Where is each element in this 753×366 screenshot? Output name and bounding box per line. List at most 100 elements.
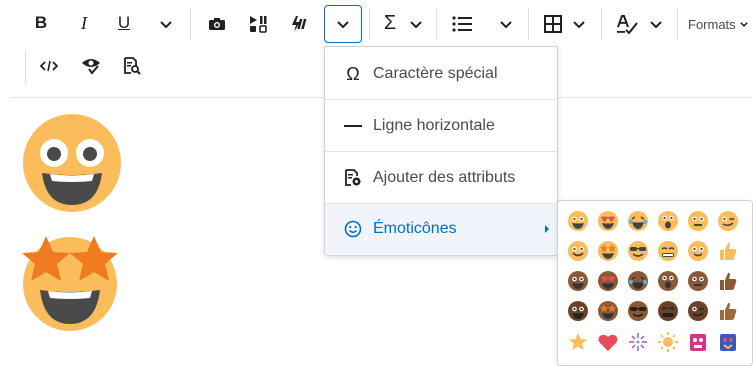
menu-separator	[325, 99, 557, 100]
emoji-sparkle[interactable]	[627, 331, 649, 353]
insert-quicklink-button[interactable]	[288, 12, 312, 36]
emoji-grinning[interactable]	[567, 210, 589, 232]
emoji-heart-eyes-dark[interactable]	[597, 270, 619, 292]
editor-emoji-grinning[interactable]	[22, 113, 122, 213]
document-search-icon	[124, 57, 141, 75]
emoji-heart[interactable]	[597, 331, 619, 353]
emoji-surprised[interactable]	[657, 210, 679, 232]
emoji-sun[interactable]	[657, 331, 679, 353]
bold-icon: B	[34, 13, 48, 32]
insert-image-button[interactable]	[205, 12, 229, 36]
chevron-down-icon	[650, 21, 662, 29]
toolbar-separator	[528, 8, 529, 40]
emoji-star[interactable]	[567, 331, 589, 353]
attributes-icon	[343, 168, 363, 188]
underline-button[interactable]: U	[111, 10, 137, 36]
emoji-monster-pink[interactable]	[687, 331, 709, 353]
eye-check-icon	[82, 59, 100, 75]
emoji-star-eyes[interactable]	[597, 240, 619, 262]
italic-button[interactable]: I	[71, 10, 97, 36]
emoji-winking-dark[interactable]	[687, 300, 709, 322]
table-icon	[544, 15, 562, 33]
star-struck-face-icon	[22, 236, 118, 331]
preview-button[interactable]	[120, 54, 144, 78]
formats-label: Formats	[688, 16, 736, 32]
emoji-laughing[interactable]	[627, 210, 649, 232]
toolbar-separator	[369, 8, 370, 40]
chevron-down-icon	[573, 21, 585, 29]
spellcheck-icon	[617, 15, 638, 34]
chevron-down-icon	[337, 21, 349, 29]
chevron-down-icon	[739, 22, 748, 27]
horizontal-line-icon	[343, 116, 363, 136]
toolbar-row-1: B I U Σ Formats	[0, 0, 753, 46]
emoji-star-eyes-dark[interactable]	[597, 300, 619, 322]
menu-separator	[325, 151, 557, 152]
list-dropdown-button[interactable]	[496, 14, 516, 34]
insert-stuff-dropdown-button[interactable]	[324, 5, 362, 43]
toolbar-separator	[436, 8, 437, 40]
chevron-down-icon	[160, 21, 172, 29]
spellcheck-dropdown-button[interactable]	[646, 14, 666, 34]
media-icon	[250, 16, 267, 33]
toolbar-separator	[601, 8, 602, 40]
editor-emoji-star-eyes[interactable]	[18, 232, 122, 332]
camera-icon	[209, 18, 225, 30]
emoji-grinning-sweat[interactable]	[687, 240, 709, 262]
table-dropdown-button[interactable]	[569, 14, 589, 34]
insert-dropdown-menu: Ω Caractère spécial Ligne horizontale Aj…	[324, 46, 558, 256]
accessibility-checker-button[interactable]	[79, 54, 103, 78]
source-code-button[interactable]	[37, 54, 61, 78]
menu-item-special-character[interactable]: Ω Caractère spécial	[325, 49, 557, 99]
emoji-sunglasses[interactable]	[627, 240, 649, 262]
table-button[interactable]	[541, 12, 565, 36]
list-button[interactable]	[450, 12, 474, 36]
menu-item-label: Émoticônes	[373, 220, 457, 237]
underline-icon: U	[117, 13, 131, 32]
smiley-icon	[343, 219, 363, 239]
emoji-thumbs-up-dark[interactable]	[717, 270, 739, 292]
bullet-list-icon	[452, 16, 472, 32]
bold-button[interactable]: B	[28, 10, 54, 36]
insert-media-button[interactable]	[246, 12, 270, 36]
emoji-heart-eyes[interactable]	[597, 210, 619, 232]
toolbar-separator	[190, 8, 191, 40]
emoji-laughing-dark[interactable]	[627, 270, 649, 292]
menu-item-label: Caractère spécial	[373, 65, 498, 82]
emoji-winking[interactable]	[717, 210, 739, 232]
toolbar-separator	[677, 8, 678, 40]
emoji-smiling[interactable]	[567, 240, 589, 262]
menu-item-label: Ajouter des attributs	[373, 169, 516, 186]
quicklink-icon	[292, 16, 307, 32]
formats-dropdown-button[interactable]: Formats	[688, 12, 753, 36]
toolbar-separator	[25, 50, 26, 84]
menu-item-horizontal-line[interactable]: Ligne horizontale	[325, 101, 557, 151]
grinning-face-icon	[23, 114, 121, 212]
emoji-grimacing-dark[interactable]	[657, 300, 679, 322]
sigma-icon: Σ	[383, 11, 397, 34]
emoji-thumbs-up-dark-2[interactable]	[717, 300, 739, 322]
emoji-surprised-dark[interactable]	[657, 270, 679, 292]
menu-item-emoticons[interactable]: Émoticônes	[325, 204, 557, 254]
chevron-down-icon	[500, 21, 512, 29]
emoji-grinning-dark[interactable]	[567, 270, 589, 292]
italic-icon: I	[81, 12, 87, 33]
emoji-picker-panel	[557, 200, 753, 366]
emoji-grimacing[interactable]	[657, 240, 679, 262]
emoji-thumbs-up[interactable]	[717, 240, 739, 262]
chevron-down-icon	[410, 21, 422, 29]
emoji-monster-blue[interactable]	[717, 331, 739, 353]
emoji-sunglasses-dark[interactable]	[627, 300, 649, 322]
emoji-neutral[interactable]	[687, 210, 709, 232]
text-style-dropdown-button[interactable]	[156, 14, 176, 34]
code-icon	[40, 60, 58, 72]
equation-dropdown-button[interactable]	[406, 14, 426, 34]
menu-item-label: Ligne horizontale	[373, 117, 495, 134]
menu-item-add-attributes[interactable]: Ajouter des attributs	[325, 153, 557, 203]
spellcheck-button[interactable]	[614, 12, 640, 36]
omega-icon: Ω	[346, 63, 360, 84]
submenu-arrow-icon	[545, 225, 549, 233]
emoji-neutral-dark[interactable]	[687, 270, 709, 292]
emoji-grinning-dark-2[interactable]	[567, 300, 589, 322]
equation-button[interactable]: Σ	[378, 10, 402, 36]
